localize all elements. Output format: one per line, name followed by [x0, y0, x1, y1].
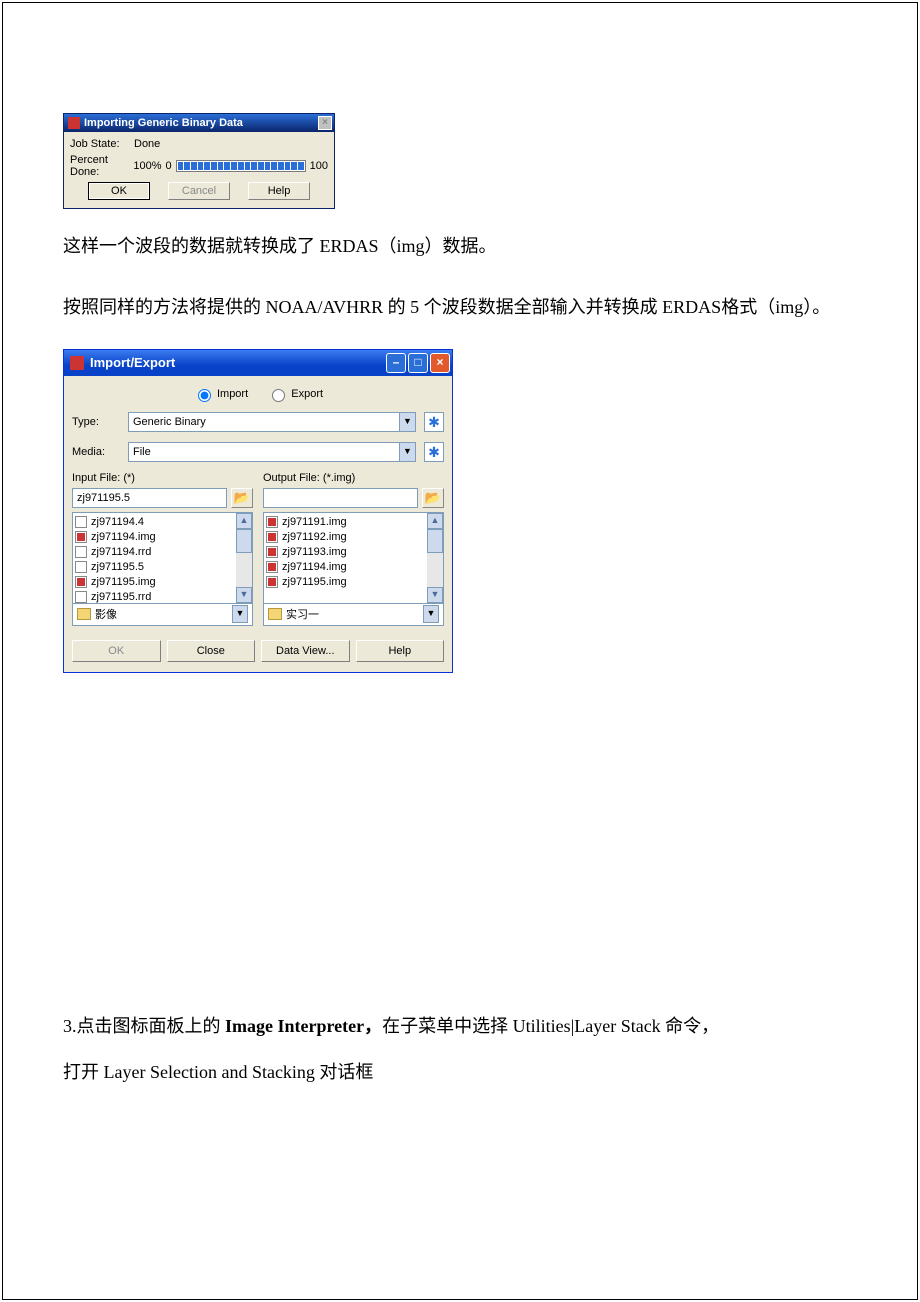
- scroll-down-icon[interactable]: ▼: [236, 587, 252, 603]
- scroll-up-icon[interactable]: ▲: [236, 513, 252, 529]
- file-name: zj971194.rrd: [91, 546, 151, 558]
- scrollbar[interactable]: ▲ ▼: [236, 513, 252, 603]
- import-export-titlebar[interactable]: Import/Export – □ ×: [64, 350, 452, 376]
- import-radio[interactable]: Import: [193, 388, 248, 400]
- file-name: zj971191.img: [282, 516, 347, 528]
- browse-output-button[interactable]: 📂: [422, 488, 444, 508]
- image-file-icon: [75, 576, 87, 588]
- image-file-icon: [266, 546, 278, 558]
- import-export-title: Import/Export: [90, 355, 175, 370]
- list-item[interactable]: zj971192.img: [266, 530, 425, 545]
- paragraph-3: 3.点击图标面板上的 Image Interpreter，在子菜单中选择 Uti…: [63, 1003, 857, 1097]
- help-button[interactable]: Help: [248, 182, 310, 200]
- type-value: Generic Binary: [133, 416, 206, 428]
- media-star-button[interactable]: ✱: [424, 442, 444, 462]
- ok-button[interactable]: OK: [88, 182, 150, 200]
- input-file-field[interactable]: [72, 488, 227, 508]
- progress-bar: [176, 160, 306, 172]
- scroll-up-icon[interactable]: ▲: [427, 513, 443, 529]
- importing-dialog-titlebar[interactable]: Importing Generic Binary Data ×: [64, 114, 334, 132]
- document-file-icon: [75, 561, 87, 573]
- chevron-down-icon[interactable]: ▼: [399, 443, 415, 461]
- progress-scale-left: 0: [166, 160, 172, 172]
- app-icon: [70, 356, 84, 370]
- folder-icon: [77, 608, 91, 620]
- paragraph-2: 按照同样的方法将提供的 NOAA/AVHRR 的 5 个波段数据全部输入并转换成…: [63, 284, 857, 331]
- cancel-button: Cancel: [168, 182, 230, 200]
- scroll-down-icon[interactable]: ▼: [427, 587, 443, 603]
- file-name: zj971194.img: [91, 531, 156, 543]
- list-item[interactable]: zj971194.img: [75, 530, 234, 545]
- input-folder-combobox[interactable]: 影像 ▼: [72, 604, 253, 626]
- percent-done-value: 100%: [133, 160, 161, 172]
- file-name: zj971194.4: [91, 516, 144, 528]
- type-label: Type:: [72, 416, 120, 428]
- importing-dialog-title: Importing Generic Binary Data: [84, 117, 243, 129]
- paragraph-1: 这样一个波段的数据就转换成了 ERDAS（img）数据。: [63, 223, 857, 270]
- ok-button: OK: [72, 640, 161, 662]
- input-folder-name: 影像: [95, 606, 117, 622]
- progress-scale-right: 100: [310, 160, 328, 172]
- browse-input-button[interactable]: 📂: [231, 488, 253, 508]
- import-export-dialog: Import/Export – □ × Import Export Type: …: [63, 349, 453, 673]
- list-item[interactable]: zj971195.img: [266, 575, 425, 590]
- type-combobox[interactable]: Generic Binary ▼: [128, 412, 416, 432]
- file-name: zj971195.img: [91, 576, 156, 588]
- close-icon[interactable]: ×: [430, 353, 450, 373]
- close-icon[interactable]: ×: [318, 116, 332, 130]
- type-star-button[interactable]: ✱: [424, 412, 444, 432]
- file-name: zj971193.img: [282, 546, 347, 558]
- image-file-icon: [266, 531, 278, 543]
- folder-icon: [268, 608, 282, 620]
- list-item[interactable]: zj971191.img: [266, 515, 425, 530]
- output-file-header: Output File: (*.img): [263, 472, 444, 484]
- job-state-label: Job State:: [70, 138, 134, 150]
- media-label: Media:: [72, 446, 120, 458]
- file-name: zj971195.rrd: [91, 591, 151, 603]
- file-name: zj971192.img: [282, 531, 347, 543]
- output-file-field[interactable]: [263, 488, 418, 508]
- output-file-list[interactable]: zj971191.img zj971192.img zj971193.img zj97…: [263, 512, 444, 604]
- chevron-down-icon[interactable]: ▼: [232, 605, 248, 623]
- list-item[interactable]: zj971194.img: [266, 560, 425, 575]
- list-item[interactable]: zj971194.rrd: [75, 545, 234, 560]
- file-name: zj971194.img: [282, 561, 347, 573]
- image-file-icon: [266, 516, 278, 528]
- maximize-icon[interactable]: □: [408, 353, 428, 373]
- list-item[interactable]: zj971195.rrd: [75, 590, 234, 603]
- percent-done-label: Percent Done:: [70, 154, 133, 178]
- document-file-icon: [75, 546, 87, 558]
- file-name: zj971195.img: [282, 576, 347, 588]
- minimize-icon[interactable]: –: [386, 353, 406, 373]
- scrollbar[interactable]: ▲ ▼: [427, 513, 443, 603]
- image-file-icon: [266, 576, 278, 588]
- output-folder-name: 实习一: [286, 606, 319, 622]
- document-file-icon: [75, 516, 87, 528]
- list-item[interactable]: zj971195.img: [75, 575, 234, 590]
- help-button[interactable]: Help: [356, 640, 445, 662]
- list-item[interactable]: zj971195.5: [75, 560, 234, 575]
- input-file-list[interactable]: zj971194.4 zj971194.img zj971194.rrd zj9711…: [72, 512, 253, 604]
- list-item[interactable]: zj971194.4: [75, 515, 234, 530]
- document-file-icon: [75, 591, 87, 603]
- media-value: File: [133, 446, 151, 458]
- output-folder-combobox[interactable]: 实习一 ▼: [263, 604, 444, 626]
- list-item[interactable]: zj971193.img: [266, 545, 425, 560]
- app-icon: [68, 117, 80, 129]
- chevron-down-icon[interactable]: ▼: [399, 413, 415, 431]
- input-file-header: Input File: (*): [72, 472, 253, 484]
- chevron-down-icon[interactable]: ▼: [423, 605, 439, 623]
- image-file-icon: [266, 561, 278, 573]
- importing-dialog: Importing Generic Binary Data × Job Stat…: [63, 113, 335, 209]
- data-view-button[interactable]: Data View...: [261, 640, 350, 662]
- close-button[interactable]: Close: [167, 640, 256, 662]
- image-file-icon: [75, 531, 87, 543]
- media-combobox[interactable]: File ▼: [128, 442, 416, 462]
- job-state-value: Done: [134, 138, 160, 150]
- file-name: zj971195.5: [91, 561, 144, 573]
- export-radio[interactable]: Export: [267, 388, 323, 400]
